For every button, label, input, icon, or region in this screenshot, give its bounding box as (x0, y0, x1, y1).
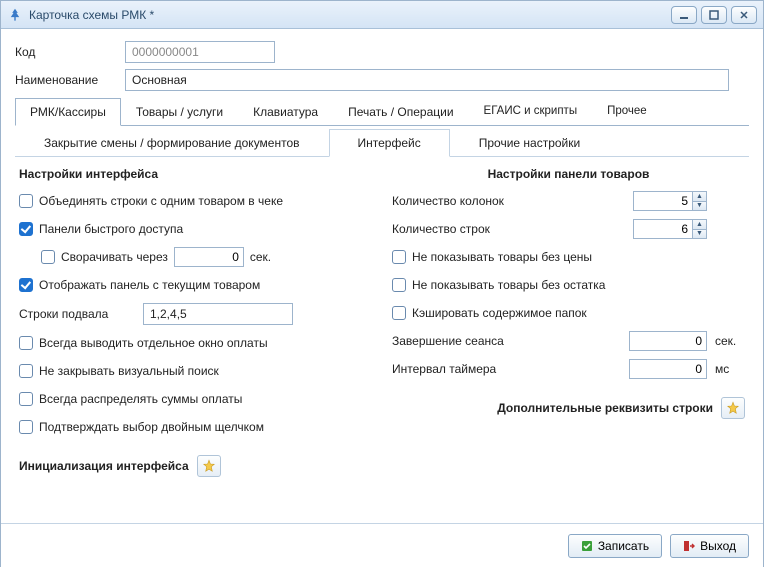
chk-always-distribute[interactable] (19, 392, 33, 406)
name-label: Наименование (15, 73, 125, 87)
save-button[interactable]: Записать (568, 534, 662, 558)
app-icon (7, 7, 23, 23)
tabs-secondary: Закрытие смены / формирование документов… (15, 128, 749, 157)
lbl-show-current: Отображать панель с текущим товаром (39, 278, 260, 292)
save-label: Записать (598, 539, 649, 553)
name-input[interactable] (125, 69, 729, 91)
lbl-cols: Количество колонок (392, 194, 625, 208)
unit-sec-1: сек. (250, 250, 271, 264)
tab-print-operations[interactable]: Печать / Операции (333, 98, 468, 126)
save-icon (581, 540, 593, 552)
chk-show-current[interactable] (19, 278, 33, 292)
chk-quick-panels[interactable] (19, 222, 33, 236)
input-collapse-seconds[interactable] (174, 247, 244, 267)
tab-egais-scripts[interactable]: ЕГАИС и скрипты (469, 98, 593, 126)
lbl-timer-interval: Интервал таймера (392, 362, 621, 376)
lbl-footer-rows: Строки подвала (19, 307, 137, 321)
chk-cache-folders[interactable] (392, 306, 406, 320)
lbl-always-pay-window: Всегда выводить отдельное окно оплаты (39, 336, 268, 350)
lbl-always-distribute: Всегда распределять суммы оплаты (39, 392, 242, 406)
chk-confirm-dblclick[interactable] (19, 420, 33, 434)
tabs-primary: РМК/Кассиры Товары / услуги Клавиатура П… (15, 97, 749, 126)
chk-collapse-after[interactable] (41, 250, 55, 264)
lbl-collapse-after: Сворачивать через (61, 250, 168, 264)
chk-merge-lines[interactable] (19, 194, 33, 208)
lbl-quick-panels: Панели быстрого доступа (39, 222, 183, 236)
input-cols[interactable] (634, 192, 692, 210)
titlebar: Карточка схемы РМК * (1, 1, 763, 29)
chk-always-pay-window[interactable] (19, 336, 33, 350)
cols-spin-up[interactable]: ▲ (693, 192, 706, 202)
maximize-button[interactable] (701, 6, 727, 24)
lbl-hide-no-stock: Не показывать товары без остатка (412, 278, 605, 292)
input-session-end[interactable] (629, 331, 707, 351)
cols-spin-down[interactable]: ▼ (693, 202, 706, 211)
lbl-cache-folders: Кэшировать содержимое папок (412, 306, 587, 320)
chk-hide-no-stock[interactable] (392, 278, 406, 292)
lbl-session-end: Завершение сеанса (392, 334, 621, 348)
star-icon (202, 459, 216, 473)
tab-interface[interactable]: Интерфейс (329, 129, 450, 157)
right-section-title: Настройки панели товаров (392, 167, 745, 181)
tab-shift-close[interactable]: Закрытие смены / формирование документов (15, 129, 329, 157)
tab-keyboard[interactable]: Клавиатура (238, 98, 333, 126)
btn-extra-attrs[interactable] (721, 397, 745, 419)
code-input[interactable] (125, 41, 275, 63)
unit-ms: мс (715, 362, 745, 376)
tab-other-settings[interactable]: Прочие настройки (450, 129, 609, 157)
tab-other[interactable]: Прочее (592, 98, 662, 126)
input-rows[interactable] (634, 220, 692, 238)
star-icon (726, 401, 740, 415)
btn-init-interface[interactable] (197, 455, 221, 477)
chk-keep-visual-search[interactable] (19, 364, 33, 378)
left-section-title: Настройки интерфейса (19, 167, 372, 181)
unit-sec-2: сек. (715, 334, 745, 348)
exit-label: Выход (700, 539, 736, 553)
tab-goods-services[interactable]: Товары / услуги (121, 98, 238, 126)
input-timer-interval[interactable] (629, 359, 707, 379)
lbl-hide-no-price: Не показывать товары без цены (412, 250, 592, 264)
lbl-extra-attrs: Дополнительные реквизиты строки (497, 401, 713, 415)
exit-button[interactable]: Выход (670, 534, 749, 558)
minimize-button[interactable] (671, 6, 697, 24)
chk-hide-no-price[interactable] (392, 250, 406, 264)
code-label: Код (15, 45, 125, 59)
exit-icon (683, 540, 695, 552)
lbl-confirm-dblclick: Подтверждать выбор двойным щелчком (39, 420, 264, 434)
rows-spin-down[interactable]: ▼ (693, 230, 706, 239)
input-footer-rows[interactable] (143, 303, 293, 325)
window-title: Карточка схемы РМК * (29, 8, 671, 22)
close-button[interactable] (731, 6, 757, 24)
lbl-rows: Количество строк (392, 222, 625, 236)
lbl-init-interface: Инициализация интерфейса (19, 459, 189, 473)
rows-spin-up[interactable]: ▲ (693, 220, 706, 230)
lbl-keep-visual-search: Не закрывать визуальный поиск (39, 364, 219, 378)
tab-rmk-cashiers[interactable]: РМК/Кассиры (15, 98, 121, 126)
lbl-merge-lines: Объединять строки с одним товаром в чеке (39, 194, 283, 208)
